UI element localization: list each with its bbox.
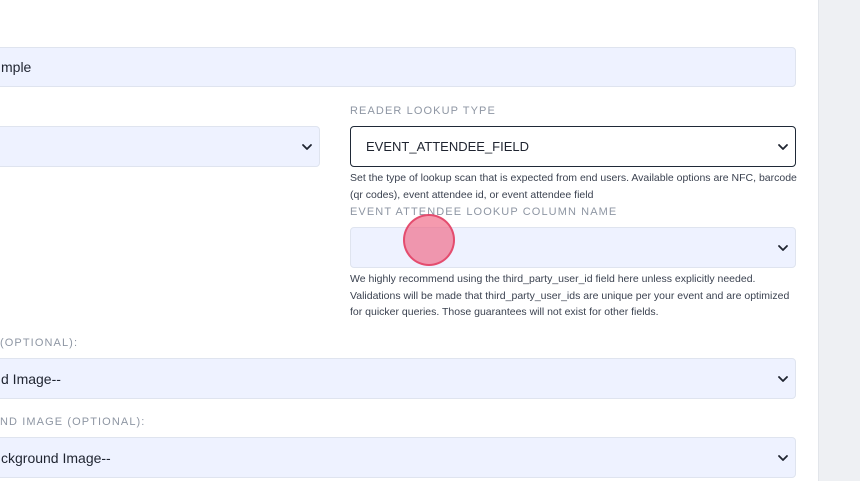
attendee-column-help: We highly recommend using the third_part…	[350, 273, 790, 318]
background-image-select[interactable]: ckground Image--	[0, 437, 796, 478]
chevron-down-icon	[777, 373, 789, 385]
background-image-optional-label: ND IMAGE (OPTIONAL):	[0, 416, 146, 428]
chevron-down-icon	[301, 141, 313, 153]
chevron-down-icon	[777, 452, 789, 464]
reader-lookup-type-value: EVENT_ATTENDEE_FIELD	[366, 139, 530, 154]
reader-lookup-type-label: READER LOOKUP TYPE	[350, 105, 496, 117]
page-gutter	[818, 0, 860, 481]
chevron-down-icon	[777, 242, 789, 254]
image-select-value: d Image--	[1, 370, 61, 387]
name-input-value: mple	[1, 59, 32, 75]
background-image-select-value: ckground Image--	[1, 449, 111, 466]
reader-lookup-type-help: Set the type of lookup scan that is expe…	[350, 172, 797, 201]
image-select[interactable]: d Image--	[0, 358, 796, 399]
name-input[interactable]: mple	[0, 47, 796, 87]
chevron-down-icon	[777, 141, 789, 153]
form-page: mple READER LOOKUP TYPE EVENT_ATTENDEE_F…	[0, 0, 860, 481]
image-optional-label: (OPTIONAL):	[0, 337, 79, 349]
reader-lookup-type-select[interactable]: EVENT_ATTENDEE_FIELD	[350, 126, 796, 167]
click-indicator	[403, 214, 455, 266]
attendee-column-label: EVENT ATTENDEE LOOKUP COLUMN NAME	[350, 206, 618, 218]
left-select[interactable]	[0, 126, 320, 167]
